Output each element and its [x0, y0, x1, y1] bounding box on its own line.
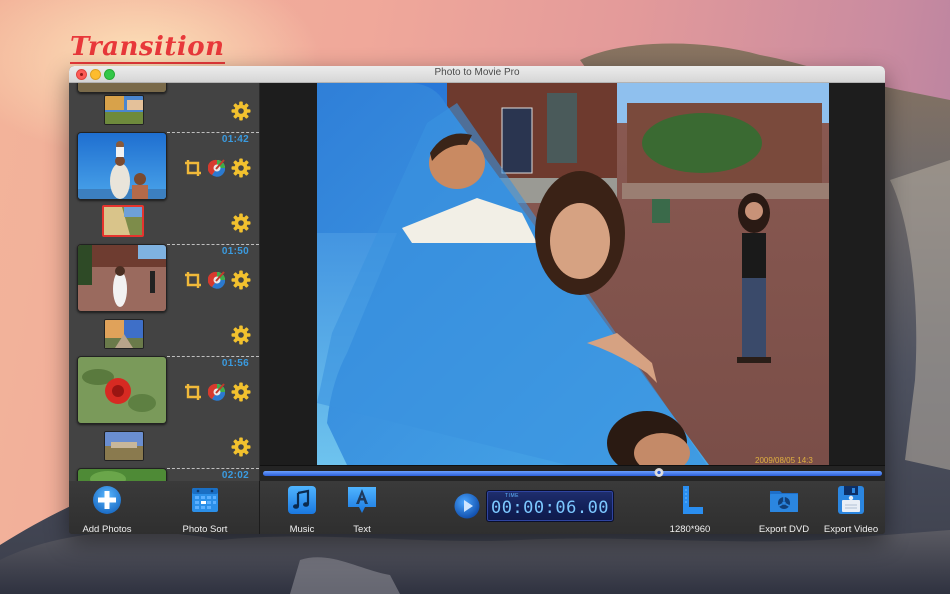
preview-area: 2009/08/05 14:3: [260, 83, 885, 465]
text-label: Text: [353, 524, 371, 534]
clip-settings-gear-icon[interactable]: [231, 158, 251, 178]
playhead-handle[interactable]: [654, 468, 664, 477]
app-window: Photo to Movie Pro 01:42 01:50 01:56 02:…: [69, 66, 885, 534]
photo-list-sidebar[interactable]: 01:42 01:50 01:56 02:02: [69, 83, 260, 481]
resolution-label: 1280*960: [669, 524, 711, 534]
feature-caption: Transition: [70, 32, 225, 64]
transition-settings-gear-icon[interactable]: [231, 101, 251, 121]
photo-sort-button[interactable]: Photo Sort: [173, 485, 237, 534]
transition-settings-gear-icon[interactable]: [231, 213, 251, 233]
window-title: Photo to Movie Pro: [434, 67, 520, 78]
transition-thumbnail[interactable]: [104, 319, 144, 349]
color-adjust-icon[interactable]: [208, 271, 226, 289]
export-dvd-button[interactable]: Export DVD: [754, 485, 814, 534]
clip-duration: 01:56: [221, 358, 249, 369]
resolution-button[interactable]: 1280*960: [660, 485, 720, 534]
clip-duration: 01:50: [221, 246, 249, 257]
timeline-track[interactable]: [263, 471, 882, 476]
export-video-button[interactable]: Export Video: [820, 485, 882, 534]
date-stamp: 2009/08/05 14:3: [755, 456, 813, 465]
transition-thumbnail-selected[interactable]: [102, 205, 144, 237]
preview-frame[interactable]: 2009/08/05 14:3: [317, 83, 829, 465]
ruler-resolution-icon: [683, 486, 703, 514]
clip-thumbnail-red-rose[interactable]: [77, 356, 167, 424]
clip-divider: [167, 244, 259, 245]
timeline-scrubber[interactable]: [260, 465, 885, 482]
add-photos-button[interactable]: Add Photos: [75, 485, 139, 534]
photo-toolbar: Add Photos Photo Sort: [69, 481, 260, 534]
clip-thumbnail-family-beach[interactable]: [77, 132, 167, 200]
export-video-label: Export Video: [823, 524, 879, 534]
add-photos-label: Add Photos: [82, 524, 132, 534]
export-dvd-label: Export DVD: [758, 524, 810, 534]
crop-icon[interactable]: [184, 271, 202, 289]
clip-divider: [167, 132, 259, 133]
clip-divider: [167, 356, 259, 357]
play-button[interactable]: [454, 493, 480, 519]
transition-thumbnail[interactable]: [104, 431, 144, 461]
clip-duration: 02:02: [221, 470, 249, 481]
text-button[interactable]: Text: [342, 485, 382, 534]
text-bubble-icon: [348, 487, 376, 513]
transition-settings-gear-icon[interactable]: [231, 437, 251, 457]
calendar-sort-icon: [192, 488, 218, 512]
transition-settings-gear-icon[interactable]: [231, 325, 251, 345]
color-adjust-icon[interactable]: [208, 383, 226, 401]
timecode-value: 00:00:06.00: [490, 498, 610, 518]
main-toolbar: Music Text TIME 00:00:06.00 1280*960 Exp…: [260, 481, 885, 534]
clip-settings-gear-icon[interactable]: [231, 382, 251, 402]
music-button[interactable]: Music: [282, 485, 322, 534]
clip-thumbnail-woman-plaza[interactable]: [77, 244, 167, 312]
photo-sort-label: Photo Sort: [182, 524, 228, 534]
save-floppy-icon: [838, 486, 864, 514]
color-adjust-icon[interactable]: [208, 159, 226, 177]
clip-thumbnail-green-leaves[interactable]: [77, 468, 167, 481]
dvd-folder-icon: [770, 491, 798, 512]
clip-duration: 01:42: [221, 134, 249, 145]
timecode-display: TIME 00:00:06.00: [486, 490, 614, 522]
add-plus-icon: [93, 486, 121, 514]
music-label: Music: [289, 524, 315, 534]
clip-divider: [167, 468, 259, 469]
title-bar: Photo to Movie Pro: [69, 66, 885, 83]
crop-icon[interactable]: [184, 159, 202, 177]
transition-thumbnail[interactable]: [104, 95, 144, 125]
clip-thumbnail[interactable]: [77, 83, 167, 93]
clip-settings-gear-icon[interactable]: [231, 270, 251, 290]
crop-icon[interactable]: [184, 383, 202, 401]
music-note-icon: [288, 486, 316, 514]
